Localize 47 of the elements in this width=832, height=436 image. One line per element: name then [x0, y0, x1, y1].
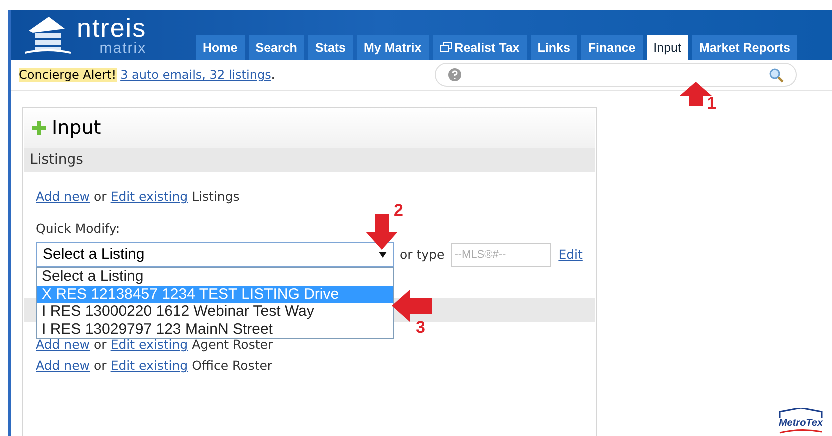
arrow-icon [366, 214, 398, 250]
panel-title: Input [52, 117, 102, 139]
add-new-link[interactable]: Add new [36, 337, 90, 352]
building-icon [25, 15, 71, 55]
nav-tab[interactable]: Home [196, 35, 245, 60]
window-icon [440, 42, 452, 53]
nav-tab[interactable]: Market Reports [692, 35, 798, 60]
step-number: 2 [394, 201, 404, 221]
alert-suffix: . [271, 68, 276, 82]
edit-existing-link[interactable]: Edit existing [110, 189, 188, 204]
alert-link[interactable]: 3 auto emails, 32 listings [120, 68, 272, 82]
nav-tab[interactable]: Finance [581, 35, 643, 60]
search-icon[interactable] [769, 68, 784, 82]
plus-icon [32, 121, 46, 135]
row-label: Office Roster [192, 358, 273, 373]
help-icon[interactable] [448, 68, 462, 82]
row-label: Listings [192, 189, 240, 204]
edit-link[interactable]: Edit [558, 247, 583, 262]
nav-tab[interactable]: Realist Tax [432, 35, 527, 60]
nav-tab[interactable]: Input [646, 35, 688, 60]
arrow-icon [392, 290, 432, 322]
step-number: 1 [707, 94, 716, 114]
dropdown-option[interactable]: I RES 13029797 123 MainN Street [37, 320, 393, 338]
dropdown-option[interactable]: Select a Listing [37, 268, 393, 286]
or-text: or [94, 337, 107, 352]
edit-existing-link[interactable]: Edit existing [110, 337, 188, 352]
or-text: or [94, 358, 107, 373]
nav-tab[interactable]: Search [248, 35, 304, 60]
nav-tab[interactable]: Links [530, 35, 578, 60]
logo: ntreis matrix [11, 10, 196, 60]
or-type-text: or type [400, 246, 445, 264]
edit-existing-link[interactable]: Edit existing [110, 358, 188, 373]
nav-tab[interactable]: Stats [308, 35, 354, 60]
search-field[interactable] [435, 63, 798, 87]
section-header: Listings [24, 148, 595, 172]
dropdown-option[interactable]: I RES 13000220 1612 Webinar Test Way [37, 303, 393, 320]
step-number: 3 [416, 318, 426, 338]
alert-label: Concierge Alert! [19, 68, 117, 82]
listing-select[interactable]: Select a Listing [36, 242, 394, 267]
row-label: Agent Roster [192, 337, 274, 352]
nav-tab[interactable]: My Matrix [357, 35, 429, 60]
quick-modify-label: Quick Modify: [35, 221, 122, 236]
mls-input[interactable]: --MLS®#-- [450, 242, 551, 266]
add-new-link[interactable]: Add new [36, 358, 90, 373]
add-new-link[interactable]: Add new [36, 189, 90, 204]
or-text: or [94, 189, 107, 204]
metrotex-logo: MetroTex [778, 408, 824, 434]
